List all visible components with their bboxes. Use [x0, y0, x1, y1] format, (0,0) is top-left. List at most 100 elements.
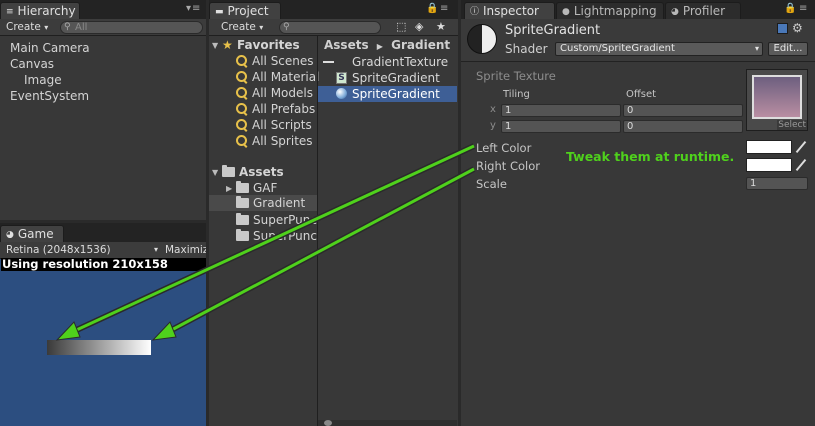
folder-tab-icon: ▬ — [215, 7, 224, 17]
material-header: SpriteGradient Shader Custom/SpriteGradi… — [461, 19, 815, 62]
edit-shader-button[interactable]: Edit... — [768, 42, 808, 56]
tab-game-label: Game — [17, 227, 54, 241]
favorite-item-scripts[interactable]: All Scripts — [236, 118, 312, 132]
filter-type-icon[interactable]: ⬚ — [392, 20, 406, 34]
hierarchy-item-main-camera[interactable]: Main Camera — [10, 41, 90, 55]
asset-label: GradientTexture — [352, 55, 449, 69]
tab-hierarchy-label: Hierarchy — [17, 4, 76, 18]
favorite-item-scenes[interactable]: All Scenes — [236, 54, 314, 68]
project-create-button[interactable]: Create ▾ — [217, 20, 263, 34]
folder-icon — [236, 213, 249, 225]
hierarchy-search-input[interactable]: ⚲ All — [60, 21, 203, 34]
tab-lightmapping-label: Lightmapping — [573, 4, 657, 18]
breadcrumb-gradient[interactable]: Gradient — [391, 38, 450, 52]
folder-icon — [236, 229, 249, 241]
texture-slot[interactable]: Select — [746, 69, 808, 131]
asset-sprite-gradient-material[interactable]: SpriteGradient — [318, 86, 457, 102]
folder-item-gradient-selected[interactable]: Gradient — [209, 195, 317, 211]
folder-item-label: Gradient — [253, 196, 306, 210]
favorite-item-materials[interactable]: All Material — [236, 70, 319, 84]
hierarchy-create-button[interactable]: Create ▾ — [2, 20, 48, 34]
offset-x-field[interactable]: 0 — [623, 104, 743, 117]
left-color-swatch[interactable] — [746, 140, 792, 154]
eyedropper-icon[interactable] — [795, 159, 807, 171]
hierarchy-item-eventsystem[interactable]: EventSystem — [10, 89, 89, 103]
game-tabbar: ◕ Game — [0, 223, 206, 242]
search-icon — [236, 87, 248, 99]
filter-label-icon[interactable]: ◈ — [411, 20, 423, 34]
tab-game[interactable]: ◕ Game — [0, 225, 64, 242]
dropdown-arrow-icon: ▾ — [44, 23, 49, 32]
zoom-slider-knob[interactable] — [324, 420, 332, 426]
offset-y-field[interactable]: 0 — [623, 120, 743, 133]
search-icon — [236, 119, 248, 131]
lock-icon[interactable]: 🔒 — [426, 3, 439, 14]
y-label: y — [490, 120, 496, 131]
hierarchy-item-image[interactable]: Image — [24, 73, 62, 87]
panel-menu-icon[interactable]: ≡ — [440, 3, 449, 14]
tab-profiler[interactable]: ◕ Profiler — [665, 2, 741, 19]
project-search-input[interactable]: ⚲ — [279, 21, 381, 34]
right-color-swatch[interactable] — [746, 158, 792, 172]
shader-dropdown-value: Custom/SpriteGradient — [560, 43, 675, 54]
hierarchy-search-placeholder: All — [75, 22, 88, 33]
game-panel: ◕ Game Retina (2048x1536) ▾ Maximiz Using… — [0, 223, 206, 426]
shader-dropdown[interactable]: Custom/SpriteGradient ▾ — [555, 42, 763, 56]
dropdown-arrow-icon: ▾ — [259, 23, 264, 32]
folder-icon — [222, 165, 235, 177]
favorite-item-sprites[interactable]: All Sprites — [236, 134, 313, 148]
hierarchy-item-canvas[interactable]: Canvas — [10, 57, 54, 71]
tab-lightmapping[interactable]: ● Lightmapping — [556, 2, 664, 19]
panel-menu-icon[interactable]: ▾≡ — [186, 3, 201, 14]
resolution-select[interactable]: Retina (2048x1536) ▾ — [2, 243, 160, 257]
shader-icon: S — [336, 72, 347, 84]
favorite-star-icon[interactable]: ★ — [432, 20, 446, 34]
maximize-button[interactable]: Maximiz — [161, 243, 206, 257]
search-icon — [236, 135, 248, 147]
left-color-label: Left Color — [476, 141, 532, 155]
gear-icon[interactable]: ⚙ — [792, 21, 803, 35]
favorite-item-models[interactable]: All Models — [236, 86, 313, 100]
asset-gradient-texture[interactable]: GradientTexture — [318, 54, 457, 70]
folder-item-superpunch-2[interactable]: SuperPunc — [236, 229, 317, 243]
project-tree: ▼ ★ Favorites All Scenes All Material All… — [209, 36, 319, 426]
project-create-label: Create — [221, 21, 256, 33]
tiling-y-field[interactable]: 1 — [501, 120, 621, 133]
tab-hierarchy[interactable]: ≡ Hierarchy — [0, 2, 80, 19]
search-icon: ⚲ — [283, 22, 290, 32]
search-icon — [236, 103, 248, 115]
project-tabbar: ▬ Project 🔒 ≡ — [209, 0, 458, 19]
favorite-item-prefabs[interactable]: All Prefabs — [236, 102, 315, 116]
eyedropper-icon[interactable] — [795, 141, 807, 153]
scale-field[interactable]: 1 — [746, 177, 808, 190]
tab-project-label: Project — [227, 4, 269, 18]
asset-label: SpriteGradient — [352, 87, 440, 101]
favorite-item-label: All Sprites — [252, 134, 313, 148]
tab-project[interactable]: ▬ Project — [209, 2, 281, 19]
tab-inspector[interactable]: ⓘ Inspector — [464, 2, 555, 19]
folder-item-label: SuperPunc — [253, 213, 317, 227]
folder-item-gaf[interactable]: ▶ GAF — [226, 181, 277, 196]
material-sphere-icon — [336, 88, 347, 99]
folder-icon — [236, 196, 249, 208]
edit-shader-label: Edit... — [773, 43, 803, 54]
asset-sprite-gradient-shader[interactable]: S SpriteGradient — [318, 70, 457, 86]
breadcrumb-assets[interactable]: Assets — [324, 38, 369, 52]
offset-label: Offset — [626, 89, 657, 100]
lightbulb-icon: ● — [562, 7, 570, 17]
assets-header[interactable]: ▼ Assets — [212, 165, 284, 180]
help-book-icon[interactable] — [777, 23, 788, 34]
sprite-texture-label: Sprite Texture — [476, 69, 556, 83]
hierarchy-create-label: Create — [6, 21, 41, 33]
texture-select-button[interactable]: Select — [777, 120, 807, 130]
dropdown-arrow-icon: ▾ — [153, 245, 158, 254]
game-view: Using resolution 210x158 — [0, 258, 206, 426]
resolution-text: Using resolution 210x158 — [1, 258, 206, 271]
lock-icon[interactable]: 🔒 — [784, 3, 797, 14]
expand-arrow-icon: ▼ — [212, 168, 219, 177]
panel-menu-icon[interactable]: ≡ — [799, 3, 808, 14]
project-scrollbar[interactable] — [318, 420, 457, 426]
tiling-x-field[interactable]: 1 — [501, 104, 621, 117]
folder-item-superpunch-1[interactable]: SuperPunc — [236, 213, 317, 227]
favorites-header[interactable]: ▼ ★ Favorites — [212, 38, 300, 53]
